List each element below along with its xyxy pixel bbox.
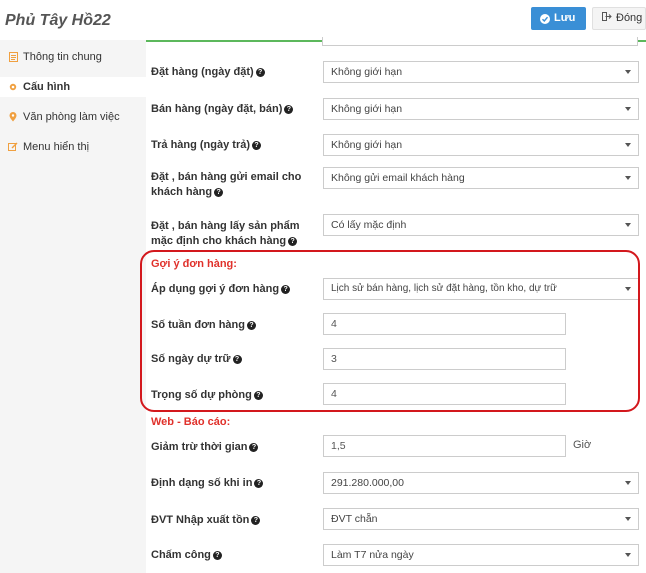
section-heading-order-suggestion: Gợi ý đơn hàng: bbox=[151, 258, 237, 270]
question-icon[interactable]: ? bbox=[214, 187, 224, 197]
sidebar-item-config[interactable]: Cấu hình bbox=[0, 77, 146, 97]
question-icon[interactable]: ? bbox=[246, 320, 256, 330]
question-icon[interactable]: ? bbox=[281, 284, 291, 294]
caret-down-icon bbox=[625, 553, 631, 557]
apply-suggestion-select[interactable]: Lịch sử bán hàng, lịch sử đặt hàng, tồn … bbox=[323, 278, 639, 300]
return-date-select[interactable]: Không giới hạn bbox=[323, 134, 639, 156]
sidebar-item-general-info[interactable]: Thông tin chung bbox=[0, 47, 146, 67]
scrolled-select[interactable] bbox=[322, 37, 638, 46]
question-icon[interactable]: ? bbox=[253, 390, 263, 400]
time-deduction-input[interactable]: 1,5 bbox=[323, 435, 566, 457]
field-label-attendance: Chấm công? bbox=[151, 548, 316, 563]
field-label-send-email: Đặt , bán hàng gửi email cho khách hàng? bbox=[151, 171, 302, 198]
document-icon bbox=[8, 52, 18, 62]
field-label-sale-date: Bán hàng (ngày đặt, bán)? bbox=[151, 102, 316, 117]
caret-down-icon bbox=[625, 176, 631, 180]
caret-down-icon bbox=[625, 287, 631, 291]
question-icon[interactable]: ? bbox=[249, 442, 259, 452]
field-label-order-weeks: Số tuần đơn hàng? bbox=[151, 318, 316, 333]
section-heading-web-report: Web - Báo cáo: bbox=[151, 416, 231, 428]
question-icon[interactable]: ? bbox=[284, 104, 294, 114]
sidebar-item-label: Thông tin chung bbox=[23, 51, 102, 63]
question-icon[interactable]: ? bbox=[288, 236, 298, 246]
field-label-default-product: Đặt , bán hàng lấy sản phẩm mặc định cho… bbox=[151, 220, 300, 247]
page-header: Phủ Tây Hồ22 Lưu Đóng bbox=[0, 0, 646, 40]
caret-down-icon bbox=[625, 481, 631, 485]
field-label-return-date: Trả hàng (ngày trả)? bbox=[151, 138, 316, 153]
caret-down-icon bbox=[625, 107, 631, 111]
field-label-time-deduction: Giảm trừ thời gian? bbox=[151, 440, 316, 455]
field-label-inventory-unit: ĐVT Nhập xuất tồn? bbox=[151, 513, 316, 528]
field-label-reserve-days: Số ngày dự trữ? bbox=[151, 352, 316, 367]
edit-icon bbox=[8, 142, 18, 152]
map-marker-icon bbox=[8, 112, 18, 122]
question-icon[interactable]: ? bbox=[252, 140, 262, 150]
send-email-select[interactable]: Không gửi email khách hàng bbox=[323, 167, 639, 189]
order-weeks-input[interactable]: 4 bbox=[323, 313, 566, 335]
sidebar-item-label: Văn phòng làm việc bbox=[23, 111, 120, 123]
field-label-order-date: Đặt hàng (ngày đặt)? bbox=[151, 65, 316, 80]
order-date-select[interactable]: Không giới hạn bbox=[323, 61, 639, 83]
question-icon[interactable]: ? bbox=[254, 478, 264, 488]
main-content: Đặt hàng (ngày đặt)? Không giới hạn Bán … bbox=[146, 37, 646, 573]
save-button[interactable]: Lưu bbox=[531, 7, 586, 30]
check-circle-icon bbox=[540, 13, 550, 24]
sidebar-item-label: Cấu hình bbox=[23, 81, 71, 93]
sale-date-select[interactable]: Không giới hạn bbox=[323, 98, 639, 120]
sign-out-icon bbox=[602, 7, 612, 30]
field-label-number-format: Định dạng số khi in? bbox=[151, 476, 316, 491]
page-title: Phủ Tây Hồ22 bbox=[5, 12, 111, 29]
question-icon[interactable]: ? bbox=[255, 67, 265, 77]
save-button-label: Lưu bbox=[554, 12, 576, 24]
caret-down-icon bbox=[625, 517, 631, 521]
attendance-select[interactable]: Làm T7 nửa ngày bbox=[323, 544, 639, 566]
close-button[interactable]: Đóng bbox=[592, 7, 646, 30]
reserve-days-input[interactable]: 3 bbox=[323, 348, 566, 370]
question-icon[interactable]: ? bbox=[232, 354, 242, 364]
backup-weight-input[interactable]: 4 bbox=[323, 383, 566, 405]
inventory-unit-select[interactable]: ĐVT chẵn bbox=[323, 508, 639, 530]
default-product-select[interactable]: Có lấy mặc định bbox=[323, 214, 639, 236]
question-icon[interactable]: ? bbox=[251, 515, 261, 525]
close-button-label: Đóng bbox=[616, 12, 643, 24]
field-label-apply-suggestion: Áp dụng gợi ý đơn hàng? bbox=[151, 282, 316, 297]
gear-icon bbox=[8, 82, 18, 92]
time-unit-label: Giờ bbox=[573, 439, 592, 451]
caret-down-icon bbox=[625, 143, 631, 147]
sidebar-item-menu[interactable]: Menu hiển thị bbox=[0, 137, 146, 157]
caret-down-icon bbox=[625, 223, 631, 227]
number-format-select[interactable]: 291.280.000,00 bbox=[323, 472, 639, 494]
field-label-backup-weight: Trọng số dự phòng? bbox=[151, 388, 316, 403]
caret-down-icon bbox=[625, 70, 631, 74]
sidebar-item-office[interactable]: Văn phòng làm việc bbox=[0, 107, 146, 127]
question-icon[interactable]: ? bbox=[212, 550, 222, 560]
sidebar: Thông tin chung Cấu hình Văn phòng làm v… bbox=[0, 40, 146, 573]
sidebar-item-label: Menu hiển thị bbox=[23, 141, 90, 153]
